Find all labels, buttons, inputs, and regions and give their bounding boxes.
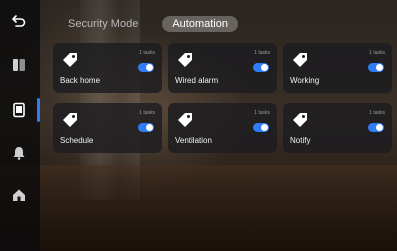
task-count: 1 tasks [254, 50, 270, 56]
tab-security-mode[interactable]: Security Mode [58, 16, 148, 32]
tablet-icon [13, 102, 25, 118]
back-arrow-icon [12, 15, 26, 27]
automation-card[interactable]: 1 tasks Notify [283, 103, 392, 153]
automation-card[interactable]: 1 tasks Back home [53, 43, 162, 93]
sidebar-item-alarm[interactable] [6, 140, 32, 166]
tag-icon [61, 111, 79, 129]
sidebar-item-panel[interactable] [6, 52, 32, 78]
tag-icon [176, 111, 194, 129]
enable-toggle[interactable] [368, 123, 384, 132]
automation-name: Back home [60, 76, 101, 85]
sidebar-item-automation[interactable] [6, 97, 32, 123]
mode-tabs: Security Mode Automation [58, 15, 238, 33]
tag-icon [61, 51, 79, 69]
home-icon [13, 189, 25, 201]
active-indicator [37, 98, 40, 122]
task-count: 1 tasks [254, 110, 270, 116]
automation-card[interactable]: 1 tasks Schedule [53, 103, 162, 153]
task-count: 1 tasks [139, 110, 155, 116]
automation-name: Notify [290, 136, 311, 145]
task-count: 1 tasks [369, 50, 385, 56]
tag-icon [291, 111, 309, 129]
enable-toggle[interactable] [138, 63, 154, 72]
sidebar-item-home[interactable] [6, 182, 32, 208]
bell-icon [13, 147, 25, 160]
tab-automation[interactable]: Automation [162, 16, 238, 32]
automation-name: Schedule [60, 136, 94, 145]
panel-icon [13, 59, 25, 71]
automation-card[interactable]: 1 tasks Wired alarm [168, 43, 277, 93]
enable-toggle[interactable] [138, 123, 154, 132]
toggle-knob [261, 124, 268, 131]
automation-name: Working [290, 76, 320, 85]
task-count: 1 tasks [139, 50, 155, 56]
task-count: 1 tasks [369, 110, 385, 116]
tag-icon [291, 51, 309, 69]
enable-toggle[interactable] [253, 123, 269, 132]
toggle-knob [376, 124, 383, 131]
automation-card[interactable]: 1 tasks Ventilation [168, 103, 277, 153]
toggle-knob [146, 124, 153, 131]
automation-name: Ventilation [175, 136, 212, 145]
toggle-knob [261, 64, 268, 71]
floor-decoration [0, 165, 397, 251]
automation-card[interactable]: 1 tasks Working [283, 43, 392, 93]
enable-toggle[interactable] [368, 63, 384, 72]
automation-name: Wired alarm [175, 76, 219, 85]
toggle-knob [376, 64, 383, 71]
tag-icon [176, 51, 194, 69]
enable-toggle[interactable] [253, 63, 269, 72]
back-button[interactable] [6, 8, 32, 34]
toggle-knob [146, 64, 153, 71]
automation-grid: 1 tasks Back home 1 tasks Wired alarm 1 task… [53, 43, 392, 153]
sidebar [0, 0, 40, 251]
